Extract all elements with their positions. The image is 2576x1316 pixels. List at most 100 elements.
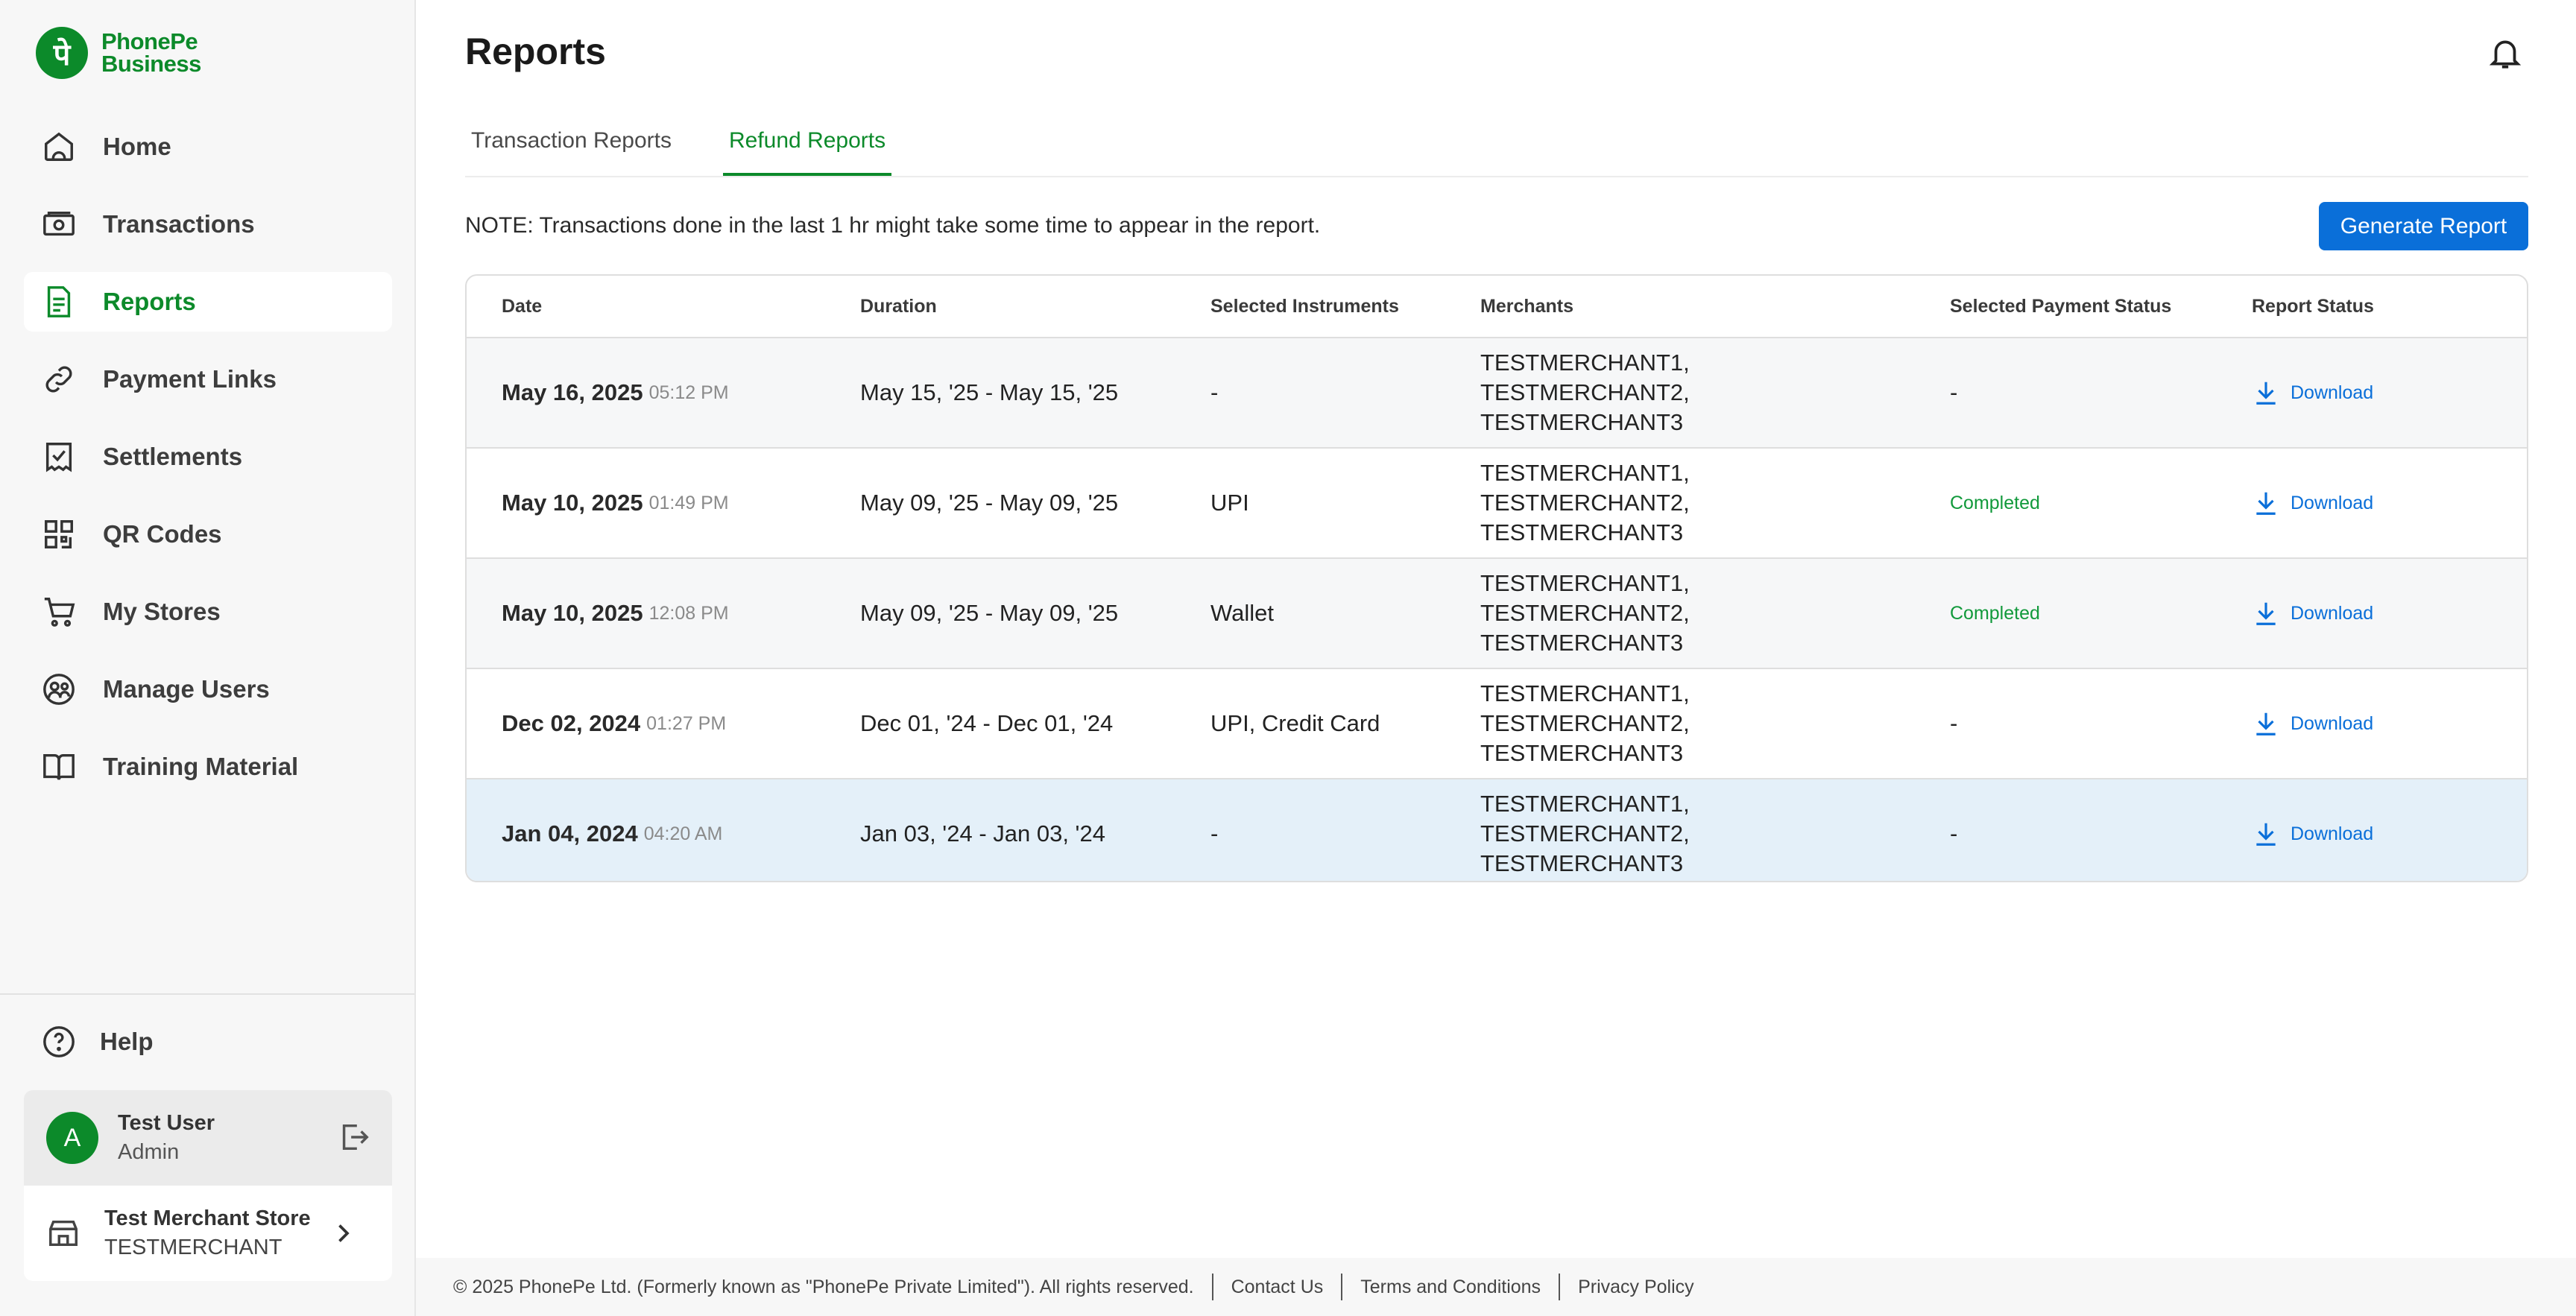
link-icon [40,361,78,398]
download-icon [2256,712,2276,735]
help-link[interactable]: Help [40,1023,154,1060]
store-name: Test Merchant Store [104,1206,311,1230]
download-icon [2256,492,2276,515]
merchant-name: TESTMERCHANT1, [1480,680,1690,706]
merchant-name: TESTMERCHANT2, [1480,820,1690,847]
sidebar-item-transactions[interactable]: Transactions [24,194,392,254]
merchant-name: TESTMERCHANT1, [1480,460,1690,486]
instruments-cell: - [1210,820,1219,847]
page-title: Reports [465,31,606,72]
store-meta: Test Merchant Store TESTMERCHANT [104,1206,311,1260]
logo-text: PhonePe Business [101,28,201,77]
date-value: Dec 02, 2024 [502,710,641,736]
cart-icon [40,593,78,630]
payment-status-cell: Completed [1950,492,2040,513]
settlements-icon [40,438,78,475]
date-value: May 16, 2025 [502,379,643,405]
users-icon [40,671,78,708]
download-label: Download [2291,712,2374,734]
notification-bell-icon[interactable] [2487,34,2524,72]
generate-report-button[interactable]: Generate Report [2319,202,2528,250]
sidebar-item-manage-users[interactable]: Manage Users [24,659,392,719]
column-header-report-status: Report Status [2252,295,2374,317]
user-role: Admin [118,1140,180,1164]
merchant-name: TESTMERCHANT1, [1480,349,1690,376]
sidebar-item-label: Home [103,133,171,160]
store-selector[interactable]: Test Merchant Store TESTMERCHANT [24,1186,392,1281]
sidebar-item-label: Payment Links [103,365,277,393]
merchant-name: TESTMERCHANT1, [1480,570,1690,596]
table-row[interactable]: May 10, 2025 01:49 PM May 09, '25 - May 0… [467,449,2527,559]
footer-link-terms[interactable]: Terms and Conditions [1342,1277,1559,1298]
tab-transaction-reports[interactable]: Transaction Reports [465,128,678,173]
download-link[interactable]: Download [2252,598,2373,628]
duration-cell: May 09, '25 - May 09, '25 [860,490,1119,516]
payment-status-cell: - [1950,379,1958,405]
phonepe-business-logo[interactable]: पे PhonePe Business [36,27,201,79]
merchant-name: TESTMERCHANT2, [1480,490,1690,516]
merchant-name: TESTMERCHANT3 [1480,850,1684,876]
sidebar-item-qr-codes[interactable]: QR Codes [24,504,392,564]
time-value: 12:08 PM [648,602,729,624]
table-row[interactable]: Dec 02, 2024 01:27 PM Dec 01, '24 - Dec 0… [467,669,2527,779]
download-link[interactable]: Download [2252,819,2373,849]
user-card[interactable]: A Test User Admin [24,1090,392,1186]
sidebar-item-label: My Stores [103,598,221,625]
report-status-cell: Download [2252,779,2373,881]
footer-link-privacy[interactable]: Privacy Policy [1560,1277,1712,1298]
download-label: Download [2291,602,2374,624]
report-note: NOTE: Transactions done in the last 1 hr… [465,213,1321,238]
footer-copyright: © 2025 PhonePe Ltd. (Formerly known as "… [453,1276,1194,1297]
help-icon [40,1023,78,1060]
download-icon [2256,382,2276,405]
report-tabs: Transaction Reports Refund Reports [465,118,2528,177]
date-value: May 10, 2025 [502,490,643,516]
help-label: Help [100,1028,154,1055]
merchants-cell: TESTMERCHANT1, TESTMERCHANT2, TESTMERCHANT… [1480,669,1690,778]
payment-status-cell: - [1950,710,1958,736]
footer: © 2025 PhonePe Ltd. (Formerly known as "… [416,1258,2576,1316]
download-link[interactable]: Download [2252,378,2373,408]
tab-refund-reports[interactable]: Refund Reports [723,128,892,176]
date-value: Jan 04, 2024 [502,820,638,847]
instruments-cell: UPI [1210,490,1249,516]
footer-link-contact-us[interactable]: Contact Us [1213,1277,1342,1298]
logo-line-2: Business [101,51,201,77]
sidebar-item-settlements[interactable]: Settlements [24,427,392,487]
sidebar-item-payment-links[interactable]: Payment Links [24,349,392,409]
merchant-name: TESTMERCHANT3 [1480,740,1684,766]
report-status-cell: Download [2252,449,2373,557]
download-link[interactable]: Download [2252,709,2373,738]
phonepe-logo-icon: पे [36,27,88,79]
merchant-name: TESTMERCHANT2, [1480,600,1690,626]
instruments-cell: - [1210,379,1219,405]
date-cell: May 10, 2025 01:49 PM [502,449,729,557]
time-value: 01:49 PM [648,492,729,513]
download-icon [2256,602,2276,625]
column-header-merchants: Merchants [1480,295,1574,317]
sidebar-item-home[interactable]: Home [24,117,392,177]
download-label: Download [2291,382,2374,403]
table-row[interactable]: Jan 04, 2024 04:20 AM Jan 03, '24 - Jan 0… [467,779,2527,881]
logout-icon[interactable] [337,1120,371,1154]
time-value: 05:12 PM [648,382,729,403]
download-link[interactable]: Download [2252,488,2373,518]
sidebar-item-label: Training Material [103,753,299,780]
sidebar-item-label: Settlements [103,443,243,470]
date-cell: May 16, 2025 05:12 PM [502,338,729,447]
column-header-payment-status: Selected Payment Status [1950,295,2172,317]
report-status-cell: Download [2252,669,2373,778]
sidebar-item-reports[interactable]: Reports [24,272,392,332]
instruments-cell: UPI, Credit Card [1210,710,1380,736]
payment-status-cell: - [1950,820,1958,847]
download-label: Download [2291,492,2374,513]
logo-line-1: PhonePe [101,28,198,54]
sidebar-item-my-stores[interactable]: My Stores [24,582,392,642]
duration-cell: May 15, '25 - May 15, '25 [860,379,1119,405]
date-cell: May 10, 2025 12:08 PM [502,559,729,668]
table-row[interactable]: May 10, 2025 12:08 PM May 09, '25 - May 0… [467,559,2527,669]
table-row[interactable]: May 16, 2025 05:12 PM May 15, '25 - May 1… [467,338,2527,449]
transactions-icon [40,206,78,243]
sidebar-item-training-material[interactable]: Training Material [24,737,392,797]
table-header: Date Duration Selected Instruments Merch… [467,276,2527,338]
